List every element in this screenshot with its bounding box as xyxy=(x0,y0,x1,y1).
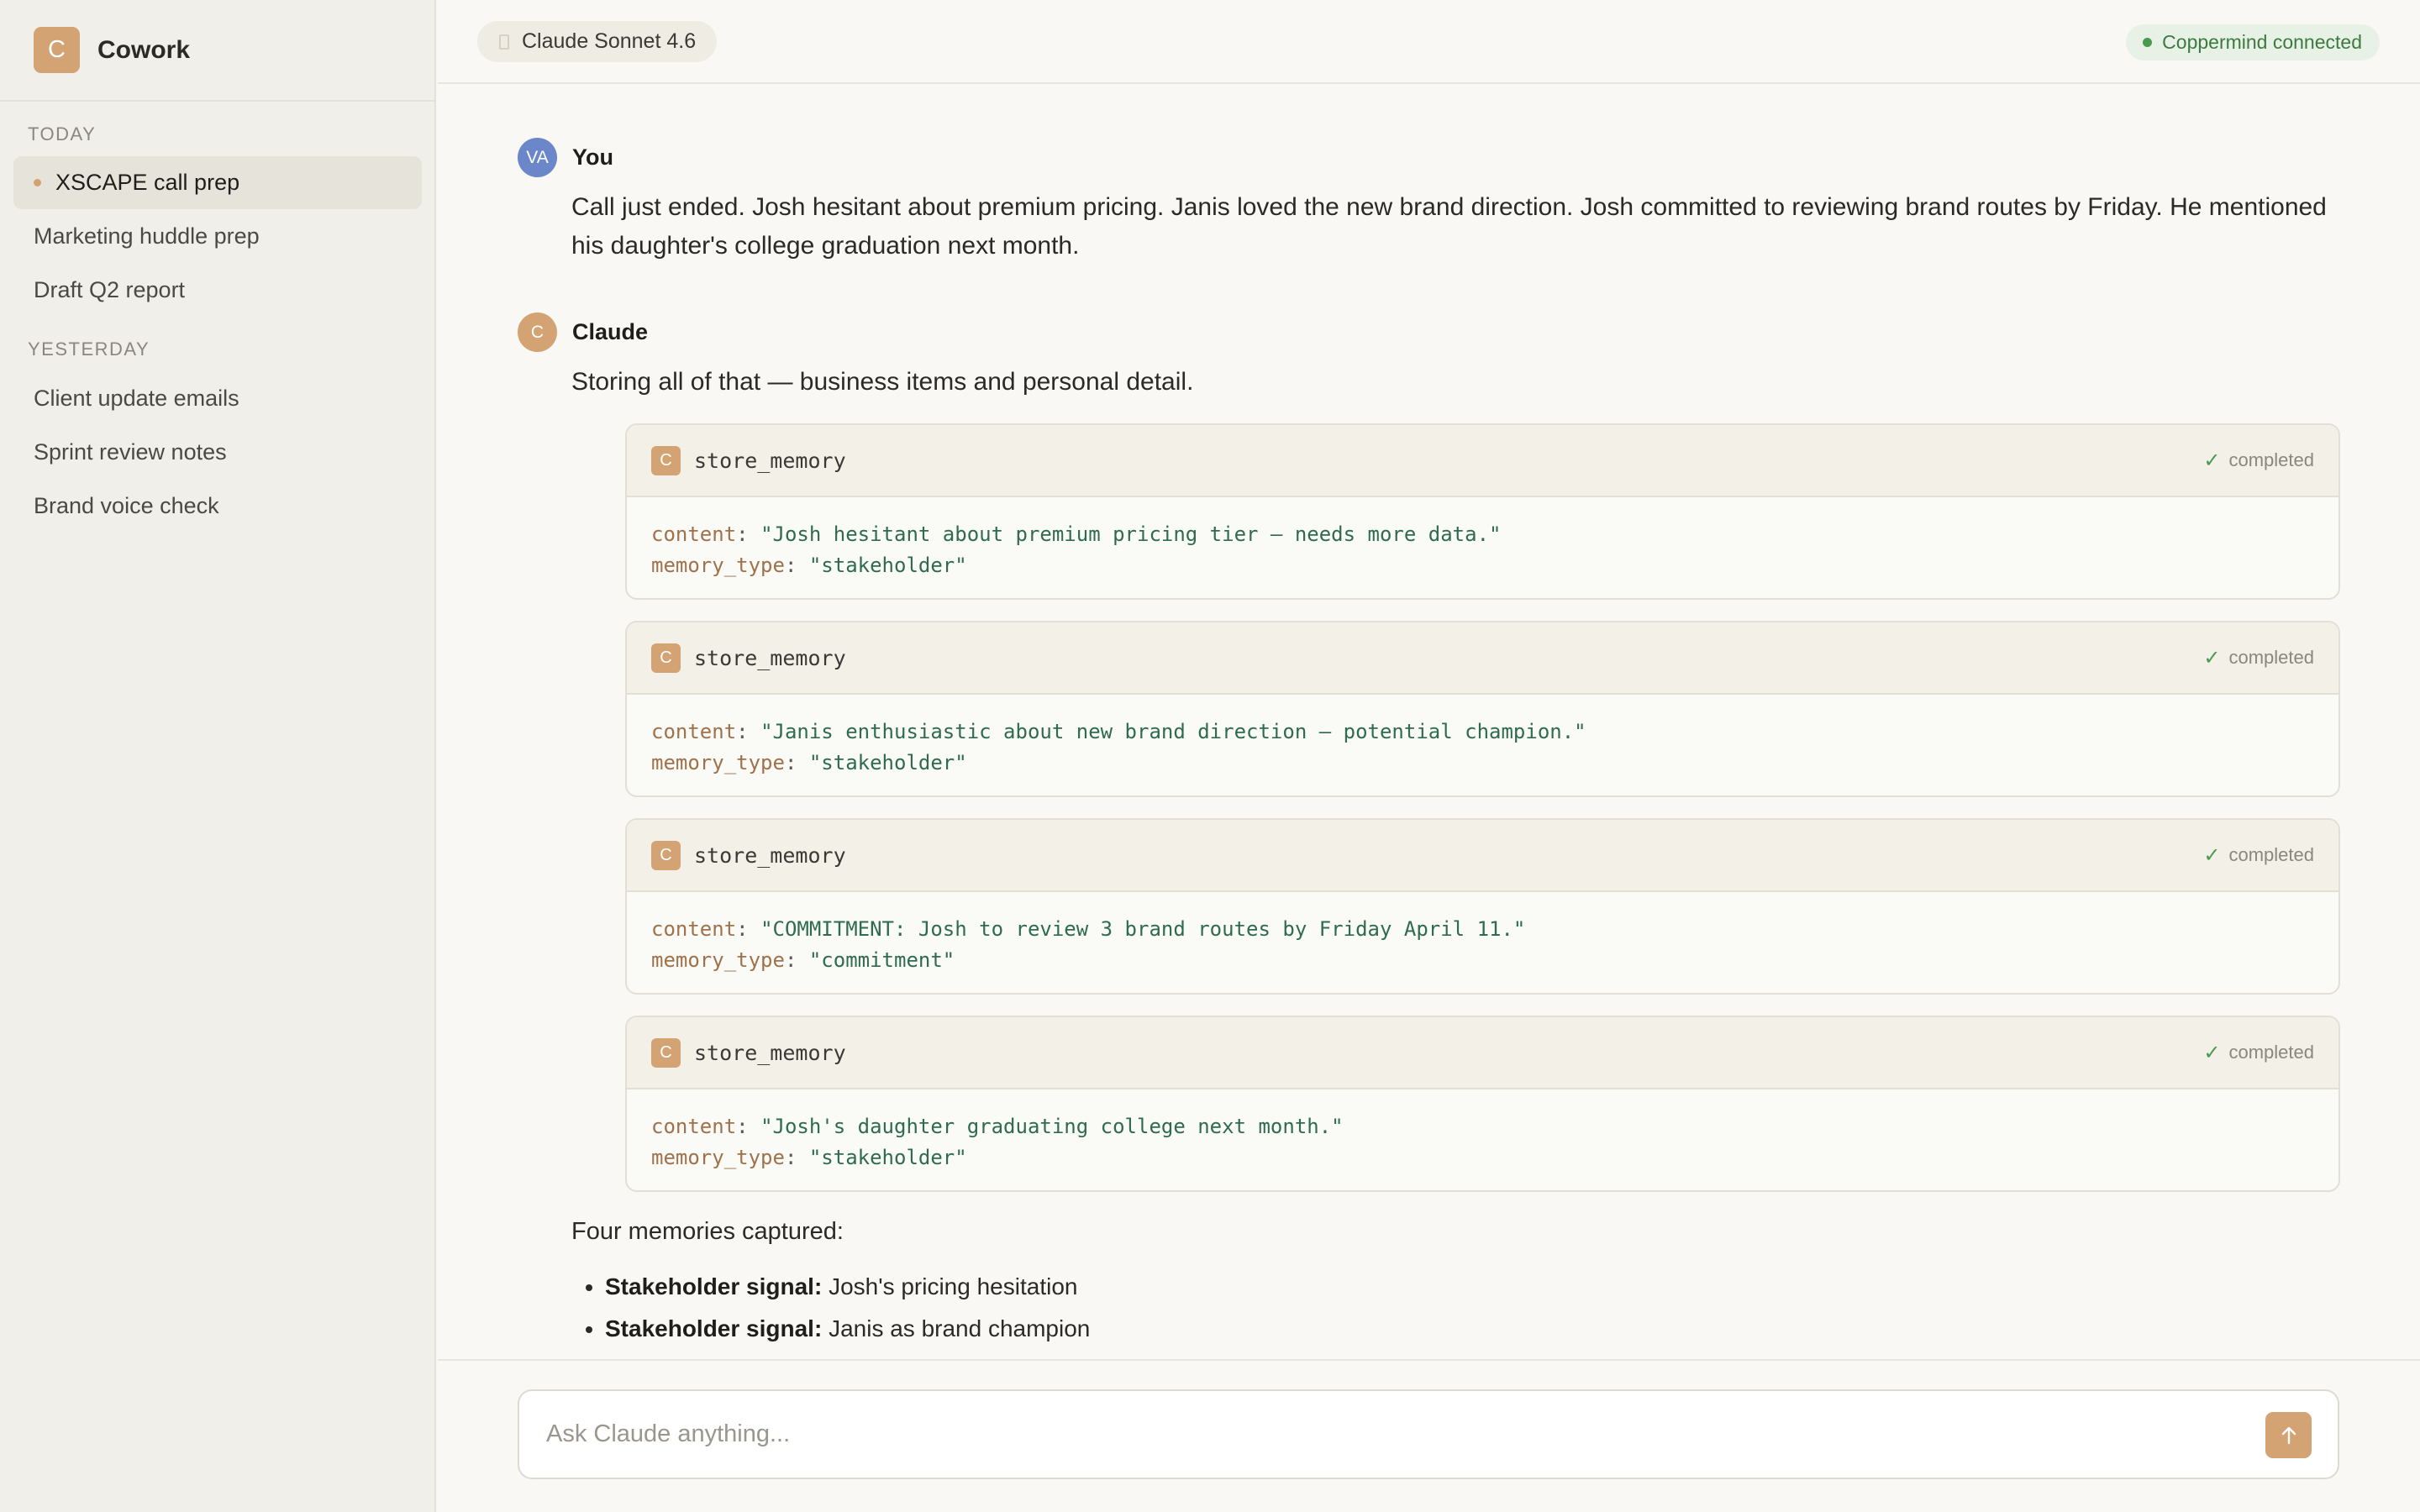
tool-call-params: content: "Josh's daughter graduating col… xyxy=(627,1089,2338,1173)
bullet-text: Janis as brand champion xyxy=(829,1315,1091,1341)
tool-name: store_memory xyxy=(694,448,846,473)
tool-status-text: completed xyxy=(2228,449,2314,470)
param-content-value: "Josh hesitant about premium pricing tie… xyxy=(760,522,1502,546)
section-label-yesterday: YESTERDAY xyxy=(28,339,150,360)
tool-call-params: content: "Janis enthusiastic about new b… xyxy=(627,695,2338,779)
param-memory-type-value: "commitment" xyxy=(808,948,955,972)
connection-status-text: Coppermind connected xyxy=(2162,31,2362,53)
tool-status-text: completed xyxy=(2228,647,2314,668)
tool-icon: C xyxy=(651,840,681,870)
tool-status-text: completed xyxy=(2228,844,2314,865)
tool-call-header[interactable]: C store_memory ✓ completed xyxy=(627,1017,2338,1089)
composer-box xyxy=(518,1389,2339,1479)
composer-area xyxy=(438,1359,2420,1512)
status-dot-icon xyxy=(2143,38,2153,47)
param-line-memory-type: memory_type: "stakeholder" xyxy=(651,554,967,577)
user-message-text: Call just ended. Josh hesitant about pre… xyxy=(571,193,2327,260)
bullet-label: Stakeholder signal: xyxy=(605,1315,823,1341)
tool-call-header[interactable]: C store_memory ✓ completed xyxy=(627,425,2338,497)
tool-status-text: completed xyxy=(2228,1042,2314,1063)
model-icon xyxy=(499,34,509,50)
param-memory-type-value: "stakeholder" xyxy=(808,554,967,577)
tool-name: store_memory xyxy=(694,645,846,670)
param-line-memory-type: memory_type: "stakeholder" xyxy=(651,1146,967,1169)
assistant-intro-text: Storing all of that — business items and… xyxy=(571,368,1194,396)
tool-call-card[interactable]: C store_memory ✓ completed content: "Jos… xyxy=(625,423,2340,600)
user-avatar: VA xyxy=(518,138,557,177)
param-content-value: "Janis enthusiastic about new brand dire… xyxy=(760,720,1586,743)
tool-call-header[interactable]: C store_memory ✓ completed xyxy=(627,820,2338,892)
sidebar-item-client-update-emails[interactable]: Client update emails xyxy=(13,372,422,425)
tool-call-card[interactable]: C store_memory ✓ completed content: "Jos… xyxy=(625,1016,2340,1192)
connection-status-badge: Coppermind connected xyxy=(2126,24,2380,60)
sidebar-item-label: Brand voice check xyxy=(34,493,219,518)
tool-icon: C xyxy=(651,445,681,475)
tool-call-params: content: "COMMITMENT: Josh to review 3 b… xyxy=(627,892,2338,976)
sidebar-item-marketing-huddle-prep[interactable]: Marketing huddle prep xyxy=(13,210,422,263)
sidebar-item-label: Marketing huddle prep xyxy=(34,223,260,249)
list-item: Stakeholder signal: Josh's pricing hesit… xyxy=(605,1266,1090,1308)
param-line-content: content: "COMMITMENT: Josh to review 3 b… xyxy=(651,917,1526,941)
tool-status: ✓ completed xyxy=(2203,843,2314,868)
param-content-value: "Josh's daughter graduating college next… xyxy=(760,1115,1344,1138)
sidebar-item-label: Client update emails xyxy=(34,386,239,411)
sidebar: C Cowork TODAY XSCAPE call prep Marketin… xyxy=(0,0,436,1512)
tool-icon: C xyxy=(651,1037,681,1068)
param-memory-type-value: "stakeholder" xyxy=(808,1146,967,1169)
sidebar-item-label: XSCAPE call prep xyxy=(55,170,240,195)
tool-status: ✓ completed xyxy=(2203,1041,2314,1065)
section-label-today: TODAY xyxy=(28,123,97,144)
assistant-message-header: C Claude xyxy=(518,312,648,352)
param-line-memory-type: memory_type: "commitment" xyxy=(651,948,955,972)
sidebar-item-draft-q2-report[interactable]: Draft Q2 report xyxy=(13,264,422,317)
app-brand: C Cowork xyxy=(0,0,434,102)
user-author-name: You xyxy=(572,144,613,170)
tool-status: ✓ completed xyxy=(2203,646,2314,670)
check-icon: ✓ xyxy=(2203,1041,2221,1064)
tool-name: store_memory xyxy=(694,1040,846,1065)
tool-call-params: content: "Josh hesitant about premium pr… xyxy=(627,497,2338,581)
tool-call-card[interactable]: C store_memory ✓ completed content: "Jan… xyxy=(625,621,2340,797)
list-item: Stakeholder signal: Janis as brand champ… xyxy=(605,1308,1090,1350)
tool-status: ✓ completed xyxy=(2203,449,2314,473)
top-bar: Claude Sonnet 4.6 Coppermind connected xyxy=(438,0,2420,84)
param-line-memory-type: memory_type: "stakeholder" xyxy=(651,751,967,774)
active-dot-icon xyxy=(34,179,41,186)
assistant-author-name: Claude xyxy=(572,319,649,344)
model-selector[interactable]: Claude Sonnet 4.6 xyxy=(477,21,718,62)
user-message-header: VA You xyxy=(518,138,613,177)
model-name: Claude Sonnet 4.6 xyxy=(522,29,697,53)
app-name: Cowork xyxy=(97,35,191,64)
tool-name: store_memory xyxy=(694,843,846,868)
app-logo: C xyxy=(34,27,80,73)
sidebar-item-label: Sprint review notes xyxy=(34,439,227,465)
sidebar-item-xscape-call-prep[interactable]: XSCAPE call prep xyxy=(13,156,422,209)
send-button[interactable] xyxy=(2265,1412,2312,1458)
message-input[interactable] xyxy=(544,1391,2191,1478)
tool-call-header[interactable]: C store_memory ✓ completed xyxy=(627,622,2338,695)
check-icon: ✓ xyxy=(2203,449,2221,472)
summary-bullet-list: Stakeholder signal: Josh's pricing hesit… xyxy=(571,1266,1090,1350)
tool-icon: C xyxy=(651,643,681,673)
bullet-label: Stakeholder signal: xyxy=(605,1273,823,1299)
param-memory-type-value: "stakeholder" xyxy=(808,751,967,774)
check-icon: ✓ xyxy=(2203,646,2221,669)
arrow-up-icon xyxy=(2281,1426,2296,1444)
assistant-avatar: C xyxy=(518,312,557,352)
param-line-content: content: "Josh hesitant about premium pr… xyxy=(651,522,1502,546)
param-content-value: "COMMITMENT: Josh to review 3 brand rout… xyxy=(760,917,1526,941)
tool-call-card[interactable]: C store_memory ✓ completed content: "COM… xyxy=(625,818,2340,995)
param-line-content: content: "Josh's daughter graduating col… xyxy=(651,1115,1344,1138)
assistant-summary-text: Four memories captured: xyxy=(571,1218,844,1245)
check-icon: ✓ xyxy=(2203,843,2221,867)
sidebar-item-brand-voice-check[interactable]: Brand voice check xyxy=(13,480,422,533)
sidebar-item-sprint-review-notes[interactable]: Sprint review notes xyxy=(13,426,422,479)
param-line-content: content: "Janis enthusiastic about new b… xyxy=(651,720,1586,743)
bullet-text: Josh's pricing hesitation xyxy=(829,1273,1078,1299)
sidebar-item-label: Draft Q2 report xyxy=(34,277,186,302)
